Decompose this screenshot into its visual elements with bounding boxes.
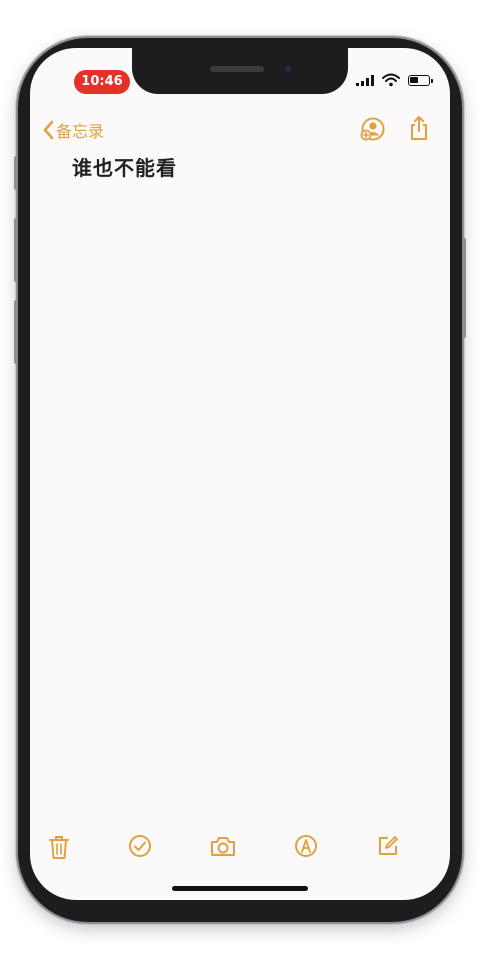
navigation-bar: 备忘录 (30, 110, 450, 150)
delete-button[interactable] (48, 834, 70, 864)
speaker-grille (210, 66, 264, 72)
compose-button[interactable] (376, 834, 400, 862)
chevron-left-icon (43, 120, 54, 140)
markup-icon (295, 835, 317, 857)
add-people-icon (360, 117, 385, 141)
status-icons (350, 48, 450, 94)
share-icon (411, 116, 427, 140)
checklist-button[interactable] (128, 834, 152, 862)
status-time[interactable]: 10:46 (74, 70, 130, 94)
screen: 10:46 备忘录 谁也不能看 (30, 48, 450, 900)
note-title[interactable]: 谁也不能看 (72, 152, 177, 181)
volume-up-button (14, 218, 18, 282)
share-button[interactable] (408, 114, 430, 146)
wifi-icon (382, 73, 400, 87)
back-button[interactable]: 备忘录 (42, 118, 104, 142)
camera-icon (211, 837, 235, 856)
mute-switch (14, 156, 18, 190)
compose-icon (379, 836, 398, 855)
markup-button[interactable] (294, 834, 318, 862)
battery-tip (431, 79, 433, 83)
trash-icon (49, 836, 69, 859)
checklist-icon (129, 835, 151, 857)
volume-down-button (14, 300, 18, 364)
back-label: 备忘录 (56, 122, 105, 141)
camera-button[interactable] (210, 834, 236, 862)
battery-icon (408, 75, 430, 86)
collaborate-button[interactable] (360, 116, 386, 146)
front-camera (282, 63, 294, 75)
cellular-signal-icon (356, 75, 374, 86)
power-button (462, 238, 466, 338)
battery-level (410, 77, 418, 83)
notch (132, 48, 348, 94)
bottom-toolbar (30, 828, 450, 868)
home-indicator[interactable] (172, 886, 308, 891)
